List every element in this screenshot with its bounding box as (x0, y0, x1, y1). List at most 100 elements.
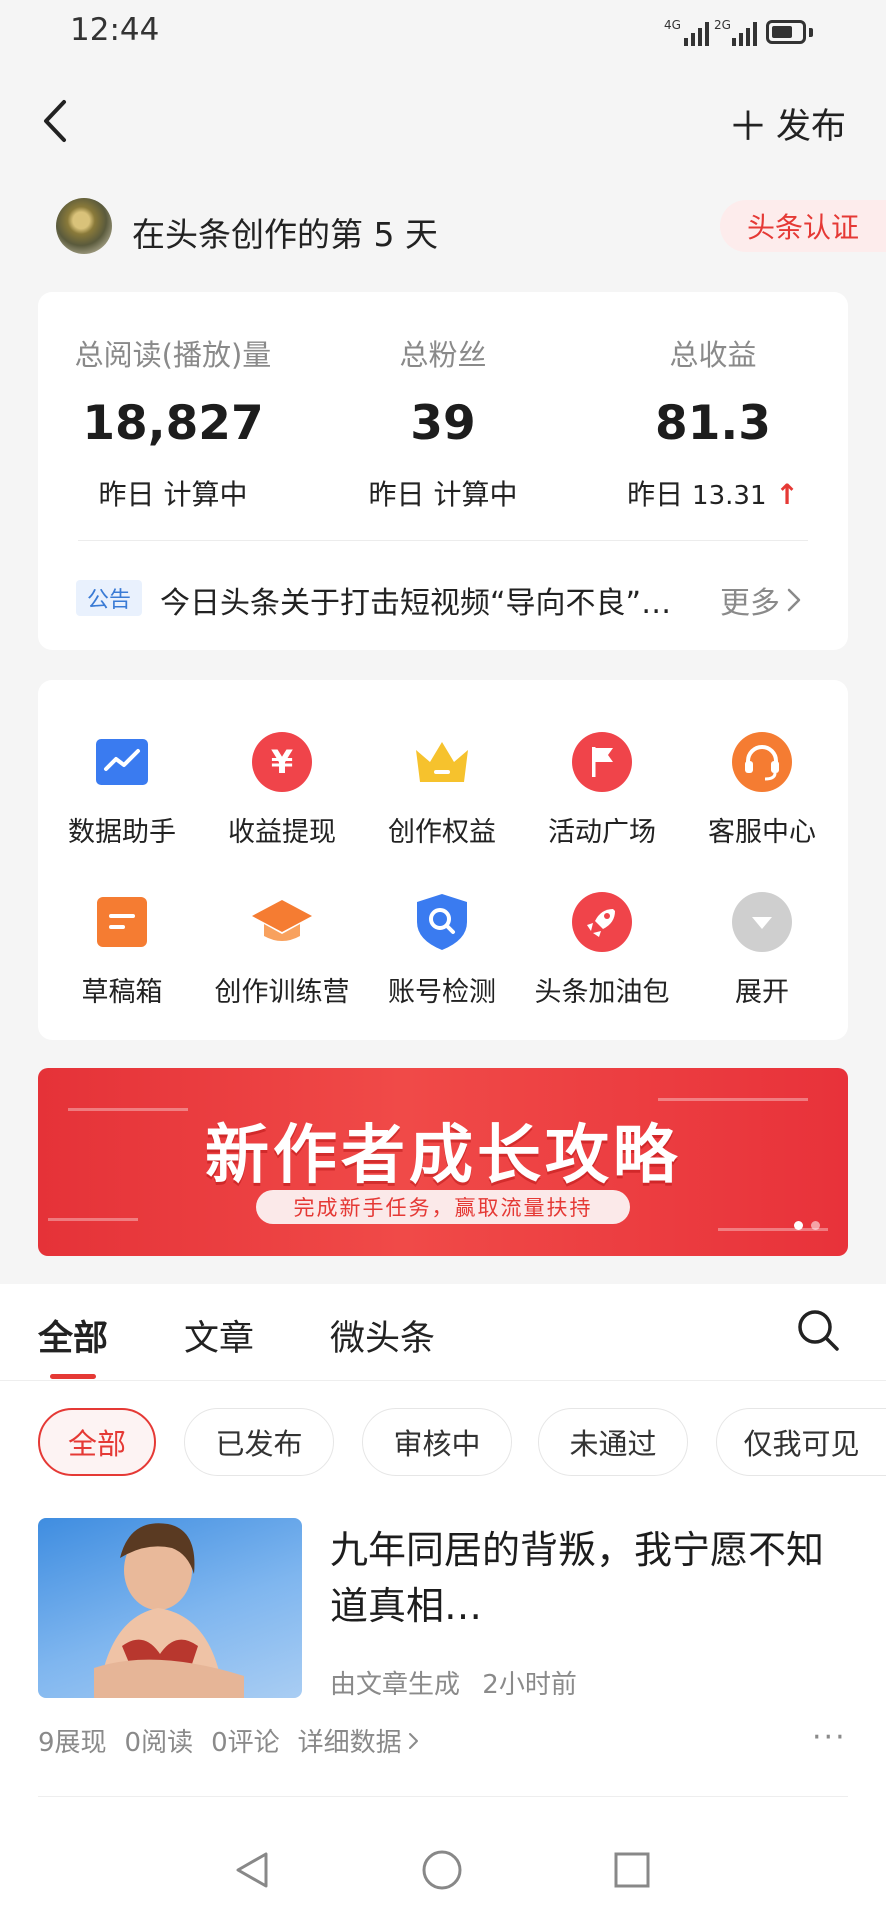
draft-icon (90, 890, 154, 954)
stat-sub: 昨日 13.31 ↑ (578, 473, 848, 513)
shield-search-icon (410, 890, 474, 954)
person-photo-icon (94, 1523, 244, 1698)
active-tab-indicator (50, 1374, 96, 1379)
tool-label: 账号检测 (388, 977, 496, 1008)
triangle-back-icon (236, 1852, 268, 1888)
stat-sub-prefix: 昨日 (627, 478, 684, 511)
stat-value: 39 (410, 396, 476, 451)
banner-title: 新作者成长攻略 (205, 1119, 681, 1193)
tool-label: 创作权益 (388, 817, 496, 848)
chevron-left-icon (44, 100, 66, 142)
tool-label: 草稿箱 (81, 977, 163, 1008)
stat-label: 总粉丝 (399, 338, 487, 372)
stat-value: 81.3 (655, 396, 771, 451)
svg-text:¥: ¥ (271, 743, 293, 781)
publish-button[interactable]: ＋ 发布 (728, 94, 846, 152)
graduation-cap-icon (250, 890, 314, 954)
article-stats: 9展现 0阅读 0评论 详细数据 (38, 1722, 420, 1759)
tool-label: 收益提现 (228, 817, 336, 848)
yuan-icon: ¥ (250, 730, 314, 794)
stat-sub-value: 13.31 (692, 481, 767, 511)
battery-icon (766, 20, 806, 44)
notice-tag: 公告 (76, 580, 142, 616)
filter-under-review[interactable]: 审核中 (362, 1408, 512, 1476)
divider (78, 540, 808, 541)
signal-bars-1-icon (684, 20, 709, 46)
tab-micro-posts[interactable]: 微头条 (330, 1310, 435, 1361)
tool-label: 展开 (735, 977, 789, 1008)
system-home-button[interactable] (420, 1848, 464, 1896)
banner-subtitle: 完成新手任务，赢取流量扶持 (256, 1190, 630, 1224)
filter-rejected[interactable]: 未通过 (538, 1408, 688, 1476)
plus-icon: ＋ (727, 104, 768, 150)
tool-label: 头条加油包 (534, 977, 670, 1008)
tool-expand[interactable]: 展开 (682, 890, 842, 1009)
details-label: 详细数据 (297, 1728, 402, 1758)
status-time: 12:44 (70, 12, 160, 48)
expand-icon (730, 890, 794, 954)
article-source: 由文章生成 (330, 1670, 461, 1700)
tool-creator-rights[interactable]: 创作权益 (362, 730, 522, 849)
stat-label: 总收益 (669, 338, 757, 372)
details-link[interactable]: 详细数据 (298, 1722, 420, 1759)
carousel-dots (794, 1221, 820, 1230)
impressions-count: 9展现 (38, 1728, 107, 1758)
chevron-right-icon (408, 1732, 418, 1749)
more-label: 更多 (720, 586, 780, 621)
rocket-icon (570, 890, 634, 954)
article-title[interactable]: 九年同居的背叛，我宁愿不知道真相… (330, 1522, 850, 1634)
tool-customer-service[interactable]: 客服中心 (682, 730, 842, 849)
tool-activity-square[interactable]: 活动广场 (522, 730, 682, 849)
tab-all[interactable]: 全部 (38, 1310, 108, 1361)
search-button[interactable] (796, 1308, 840, 1352)
filter-all[interactable]: 全部 (38, 1408, 156, 1476)
article-meta: 由文章生成 2小时前 (330, 1664, 577, 1701)
stat-total-fans[interactable]: 总粉丝 39 昨日 计算中 (308, 332, 578, 513)
more-options-icon[interactable]: ··· (812, 1720, 847, 1755)
signal-bars-2-icon (732, 20, 757, 46)
notice-more-link[interactable]: 更多 (720, 578, 802, 622)
back-button[interactable] (36, 96, 80, 146)
circle-home-icon (422, 1850, 462, 1890)
status-bar: 12:44 4G 2G (0, 0, 886, 70)
publish-label: 发布 (775, 106, 846, 147)
article-time: 2小时前 (482, 1670, 577, 1700)
headset-icon (730, 730, 794, 794)
tool-boost-pack[interactable]: 头条加油包 (522, 890, 682, 1009)
tabs-divider (0, 1380, 886, 1381)
chart-icon (90, 730, 154, 794)
signal-label-1: 4G (664, 18, 681, 32)
article-thumbnail[interactable] (38, 1518, 302, 1698)
stat-total-income[interactable]: 总收益 81.3 昨日 13.31 ↑ (578, 332, 848, 513)
filter-private[interactable]: 仅我可见 (716, 1408, 886, 1476)
tool-drafts[interactable]: 草稿箱 (42, 890, 202, 1009)
comments-count: 0评论 (211, 1728, 280, 1758)
stat-sub: 昨日 计算中 (98, 478, 248, 511)
signal-label-2: 2G (714, 18, 731, 32)
tool-training-camp[interactable]: 创作训练营 (202, 890, 362, 1009)
chevron-right-icon (787, 588, 801, 612)
reads-count: 0阅读 (124, 1728, 194, 1758)
filter-published[interactable]: 已发布 (184, 1408, 334, 1476)
stat-total-reads[interactable]: 总阅读(播放)量 18,827 昨日 计算中 (38, 332, 308, 513)
tool-account-check[interactable]: 账号检测 (362, 890, 522, 1009)
system-back-button[interactable] (230, 1848, 274, 1896)
tool-label: 客服中心 (708, 817, 816, 848)
creation-days-text: 在头条创作的第 5 天 (132, 215, 438, 254)
arrow-up-icon: ↑ (775, 478, 799, 511)
square-recents-icon (614, 1852, 650, 1888)
growth-guide-banner[interactable]: 新作者成长攻略 完成新手任务，赢取流量扶持 (38, 1068, 848, 1256)
tab-articles[interactable]: 文章 (184, 1310, 254, 1361)
stat-label: 总阅读(播放)量 (74, 338, 272, 372)
tool-label: 活动广场 (548, 817, 656, 848)
tool-label: 创作训练营 (214, 977, 350, 1008)
tool-data-assistant[interactable]: 数据助手 (42, 730, 202, 849)
tool-label: 数据助手 (68, 817, 176, 848)
system-recents-button[interactable] (610, 1848, 654, 1896)
crown-icon (410, 730, 474, 794)
stat-sub: 昨日 计算中 (368, 478, 518, 511)
tool-income-withdraw[interactable]: ¥ 收益提现 (202, 730, 362, 849)
toutiao-certification-button[interactable]: 头条认证 (720, 200, 886, 252)
avatar[interactable] (56, 198, 112, 254)
notice-text[interactable]: 今日头条关于打击短视频“导向不良”… (160, 578, 680, 622)
